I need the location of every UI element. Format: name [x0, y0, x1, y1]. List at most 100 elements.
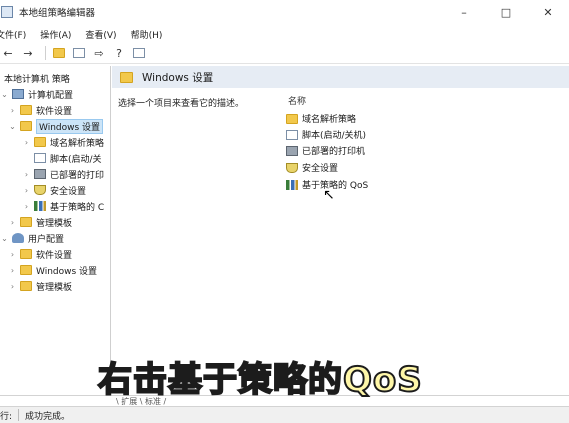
tree-item-software-settings[interactable]: › 软件设置	[8, 102, 72, 118]
tree-item-computer-config[interactable]: ⌄ 计算机配置	[0, 86, 73, 102]
tree-item-scripts[interactable]: 脚本(启动/关	[22, 150, 102, 166]
folder-icon	[34, 137, 46, 147]
user-icon	[12, 233, 24, 243]
script-icon	[286, 129, 298, 140]
expand-icon[interactable]: ›	[8, 282, 17, 291]
menu-bar: 文件(F) 操作(A) 查看(V) 帮助(H)	[0, 26, 569, 42]
printer-icon	[286, 145, 298, 156]
menu-help[interactable]: 帮助(H)	[131, 28, 163, 41]
tree-item-label: 已部署的打印	[50, 170, 105, 181]
expand-icon[interactable]: ›	[8, 266, 17, 275]
expand-icon[interactable]: ›	[8, 106, 17, 115]
tree-item-name-resolution-policy[interactable]: › 域名解析策略	[22, 134, 104, 150]
minimize-button[interactable]: –	[443, 0, 485, 24]
list-item-label: 基于策略的 QoS	[302, 181, 369, 191]
list-item-label: 已部署的打印机	[302, 147, 366, 157]
qos-icon	[34, 201, 46, 211]
toolbar: ← → ⇨ ?	[0, 43, 569, 64]
window-controls: – □ ✕	[443, 0, 569, 24]
list-item-deployed-printers[interactable]: 已部署的打印机	[286, 143, 365, 158]
list-item-label: 安全设置	[302, 164, 339, 174]
menu-file[interactable]: 文件(F)	[0, 28, 26, 41]
details-header-title: Windows 设置	[142, 71, 214, 84]
tree-item-label: 用户配置	[28, 234, 65, 245]
qos-icon	[286, 179, 298, 190]
details-pane: Windows 设置 选择一个项目来查看它的描述。 名称 域名解析策略 脚本(启…	[112, 66, 569, 395]
list-item-label: 域名解析策略	[302, 115, 357, 125]
tree-item-label: 管理模板	[36, 282, 73, 293]
title-bar: 本地组策略编辑器 – □ ✕	[0, 0, 569, 24]
toolbar-separator	[45, 46, 46, 60]
column-header-name[interactable]: 名称	[288, 94, 306, 107]
tutorial-caption: 右击基于策略的QoS	[97, 359, 423, 401]
tree-item-local-computer-policy[interactable]: 本地计算机 策略	[4, 70, 70, 86]
menu-action[interactable]: 操作(A)	[40, 28, 71, 41]
status-prefix: 行:	[0, 411, 13, 422]
details-header: Windows 设置	[112, 66, 569, 88]
folder-icon	[20, 249, 32, 259]
close-button[interactable]: ✕	[527, 0, 569, 24]
list-item-label: 脚本(启动/关机)	[302, 131, 367, 141]
tree-item-label: 软件设置	[36, 106, 73, 117]
tree-item-user-software-settings[interactable]: › 软件设置	[8, 246, 72, 262]
mouse-pointer-icon: ↖	[323, 187, 335, 203]
collapse-icon[interactable]: ⌄	[0, 234, 9, 243]
show-hide-tree-icon[interactable]	[71, 45, 87, 61]
status-separator	[18, 409, 20, 421]
tree-item-security-settings[interactable]: › 安全设置	[22, 182, 86, 198]
expand-icon[interactable]: ›	[8, 250, 17, 259]
folder-icon	[20, 281, 32, 291]
up-folder-icon[interactable]	[51, 45, 67, 61]
folder-icon	[286, 113, 298, 124]
export-icon[interactable]: ⇨	[91, 45, 107, 61]
tree-item-label: 计算机配置	[28, 90, 74, 101]
collapse-icon[interactable]: ⌄	[8, 122, 17, 131]
tree-item-admin-templates[interactable]: › 管理模板	[8, 214, 72, 230]
tree-item-label: 安全设置	[50, 186, 87, 197]
tree-item-label: 基于策略的 C	[50, 202, 105, 213]
gpedit-app-icon	[1, 6, 13, 18]
back-icon[interactable]: ←	[0, 45, 16, 61]
tree-item-deployed-printers[interactable]: › 已部署的打印	[22, 166, 104, 182]
collapse-icon[interactable]: ⌄	[0, 90, 9, 99]
maximize-button[interactable]: □	[485, 0, 527, 24]
folder-icon	[20, 217, 32, 227]
window-title: 本地组策略编辑器	[19, 8, 96, 19]
tree-item-label: 本地计算机 策略	[4, 74, 70, 85]
status-text: 成功完成。	[25, 411, 71, 422]
tree-item-label: 脚本(启动/关	[50, 154, 102, 165]
security-icon	[34, 185, 46, 195]
tree-item-user-admin-templates[interactable]: › 管理模板	[8, 278, 72, 294]
tree-item-user-windows-settings[interactable]: › Windows 设置	[8, 262, 97, 278]
help-icon[interactable]: ?	[111, 45, 127, 61]
printer-icon	[34, 169, 46, 179]
script-icon	[34, 153, 46, 163]
expand-icon[interactable]: ›	[22, 138, 31, 147]
folder-icon	[20, 265, 32, 275]
expand-icon[interactable]: ›	[22, 186, 31, 195]
security-icon	[286, 162, 298, 173]
tree-item-policy-based-qos[interactable]: › 基于策略的 C	[22, 198, 104, 214]
list-item-security-settings[interactable]: 安全设置	[286, 160, 338, 175]
expand-icon[interactable]: ›	[22, 170, 31, 179]
tree-item-label: 域名解析策略	[50, 138, 105, 149]
tree-item-windows-settings[interactable]: ⌄ Windows 设置	[8, 118, 104, 134]
computer-icon	[12, 89, 24, 99]
expand-icon[interactable]: ›	[8, 218, 17, 227]
navigation-tree: 本地计算机 策略 ⌄ 计算机配置 › 软件设置 ⌄ Windows 设置 › 域…	[0, 66, 111, 395]
forward-icon[interactable]: →	[20, 45, 36, 61]
tree-item-label: Windows 设置	[36, 118, 104, 134]
list-item-scripts[interactable]: 脚本(启动/关机)	[286, 127, 366, 142]
description-text: 选择一个项目来查看它的描述。	[118, 99, 245, 109]
menu-view[interactable]: 查看(V)	[85, 28, 116, 41]
properties-icon[interactable]	[131, 45, 147, 61]
tree-item-label: Windows 设置	[36, 266, 98, 277]
folder-icon	[20, 121, 32, 131]
list-item-name-resolution-policy[interactable]: 域名解析策略	[286, 111, 356, 126]
tree-item-label: 管理模板	[36, 218, 73, 229]
tree-item-user-config[interactable]: ⌄ 用户配置	[0, 230, 64, 246]
folder-icon	[120, 71, 133, 83]
expand-icon[interactable]: ›	[22, 202, 31, 211]
folder-icon	[20, 105, 32, 115]
status-bar: 行: 成功完成。	[0, 406, 569, 423]
